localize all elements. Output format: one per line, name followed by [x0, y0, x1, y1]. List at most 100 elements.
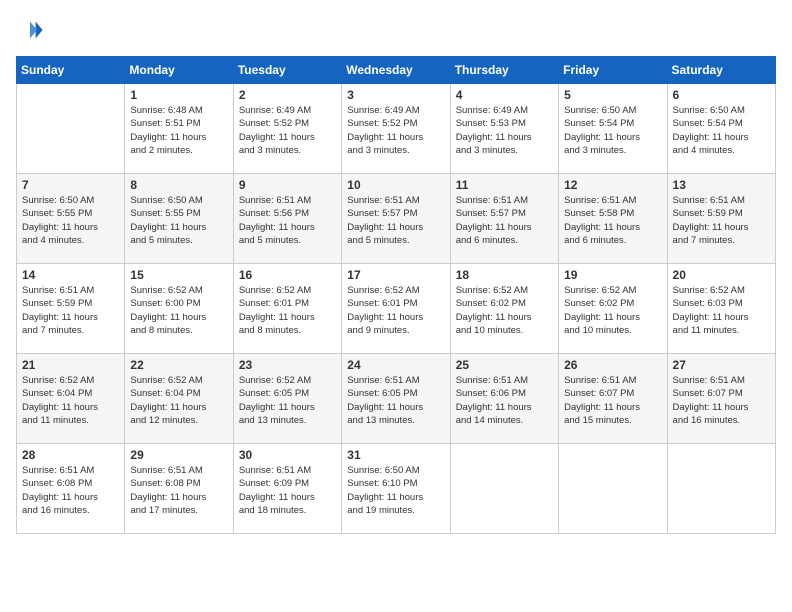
calendar-cell: 18 Sunrise: 6:52 AMSunset: 6:02 PMDayligh…	[450, 264, 558, 354]
calendar-cell: 1 Sunrise: 6:48 AMSunset: 5:51 PMDaylight…	[125, 84, 233, 174]
day-number: 3	[347, 88, 444, 102]
day-info: Sunrise: 6:48 AMSunset: 5:51 PMDaylight:…	[130, 104, 227, 157]
week-row-5: 28 Sunrise: 6:51 AMSunset: 6:08 PMDayligh…	[17, 444, 776, 534]
day-info: Sunrise: 6:52 AMSunset: 6:02 PMDaylight:…	[456, 284, 553, 337]
day-info: Sunrise: 6:52 AMSunset: 6:00 PMDaylight:…	[130, 284, 227, 337]
day-info: Sunrise: 6:50 AMSunset: 5:55 PMDaylight:…	[130, 194, 227, 247]
day-number: 30	[239, 448, 336, 462]
day-number: 10	[347, 178, 444, 192]
calendar-cell: 7 Sunrise: 6:50 AMSunset: 5:55 PMDaylight…	[17, 174, 125, 264]
calendar-cell: 20 Sunrise: 6:52 AMSunset: 6:03 PMDayligh…	[667, 264, 775, 354]
day-info: Sunrise: 6:50 AMSunset: 6:10 PMDaylight:…	[347, 464, 444, 517]
day-number: 29	[130, 448, 227, 462]
day-number: 25	[456, 358, 553, 372]
day-info: Sunrise: 6:51 AMSunset: 6:06 PMDaylight:…	[456, 374, 553, 427]
header-cell-tuesday: Tuesday	[233, 57, 341, 84]
day-number: 14	[22, 268, 119, 282]
calendar-cell	[17, 84, 125, 174]
calendar-cell: 19Sunrise: 6:52 AMSunset: 6:02 PMDayligh…	[559, 264, 667, 354]
day-info: Sunrise: 6:50 AMSunset: 5:54 PMDaylight:…	[564, 104, 661, 157]
calendar-cell: 3 Sunrise: 6:49 AMSunset: 5:52 PMDaylight…	[342, 84, 450, 174]
day-info: Sunrise: 6:51 AMSunset: 5:57 PMDaylight:…	[347, 194, 444, 247]
day-number: 17	[347, 268, 444, 282]
day-number: 12	[564, 178, 661, 192]
calendar-cell: 31 Sunrise: 6:50 AMSunset: 6:10 PMDayligh…	[342, 444, 450, 534]
day-info: Sunrise: 6:52 AMSunset: 6:05 PMDaylight:…	[239, 374, 336, 427]
day-info: Sunrise: 6:49 AMSunset: 5:53 PMDaylight:…	[456, 104, 553, 157]
day-number: 26	[564, 358, 661, 372]
header-cell-friday: Friday	[559, 57, 667, 84]
calendar-cell: 8 Sunrise: 6:50 AMSunset: 5:55 PMDaylight…	[125, 174, 233, 264]
day-info: Sunrise: 6:52 AMSunset: 6:04 PMDaylight:…	[22, 374, 119, 427]
day-info: Sunrise: 6:50 AMSunset: 5:54 PMDaylight:…	[673, 104, 770, 157]
header-cell-saturday: Saturday	[667, 57, 775, 84]
day-number: 16	[239, 268, 336, 282]
page-header	[16, 16, 776, 44]
day-info: Sunrise: 6:52 AMSunset: 6:01 PMDaylight:…	[347, 284, 444, 337]
week-row-1: 1 Sunrise: 6:48 AMSunset: 5:51 PMDaylight…	[17, 84, 776, 174]
day-info: Sunrise: 6:52 AMSunset: 6:03 PMDaylight:…	[673, 284, 770, 337]
day-number: 20	[673, 268, 770, 282]
day-info: Sunrise: 6:52 AMSunset: 6:01 PMDaylight:…	[239, 284, 336, 337]
day-info: Sunrise: 6:51 AMSunset: 6:05 PMDaylight:…	[347, 374, 444, 427]
day-number: 4	[456, 88, 553, 102]
calendar-cell: 6 Sunrise: 6:50 AMSunset: 5:54 PMDaylight…	[667, 84, 775, 174]
calendar-cell: 2 Sunrise: 6:49 AMSunset: 5:52 PMDaylight…	[233, 84, 341, 174]
day-info: Sunrise: 6:51 AMSunset: 5:59 PMDaylight:…	[673, 194, 770, 247]
day-number: 6	[673, 88, 770, 102]
calendar-cell: 14Sunrise: 6:51 AMSunset: 5:59 PMDayligh…	[17, 264, 125, 354]
calendar-cell: 9Sunrise: 6:51 AMSunset: 5:56 PMDaylight…	[233, 174, 341, 264]
calendar-cell	[450, 444, 558, 534]
logo-icon	[16, 16, 44, 44]
calendar-cell: 4 Sunrise: 6:49 AMSunset: 5:53 PMDaylight…	[450, 84, 558, 174]
day-number: 22	[130, 358, 227, 372]
calendar-cell: 5Sunrise: 6:50 AMSunset: 5:54 PMDaylight…	[559, 84, 667, 174]
calendar-cell: 13 Sunrise: 6:51 AMSunset: 5:59 PMDayligh…	[667, 174, 775, 264]
day-number: 1	[130, 88, 227, 102]
calendar-cell: 28Sunrise: 6:51 AMSunset: 6:08 PMDayligh…	[17, 444, 125, 534]
calendar-body: 1 Sunrise: 6:48 AMSunset: 5:51 PMDaylight…	[17, 84, 776, 534]
day-number: 27	[673, 358, 770, 372]
header-cell-sunday: Sunday	[17, 57, 125, 84]
day-number: 24	[347, 358, 444, 372]
header-cell-wednesday: Wednesday	[342, 57, 450, 84]
day-info: Sunrise: 6:51 AMSunset: 6:09 PMDaylight:…	[239, 464, 336, 517]
calendar-cell: 23Sunrise: 6:52 AMSunset: 6:05 PMDayligh…	[233, 354, 341, 444]
calendar-cell: 22Sunrise: 6:52 AMSunset: 6:04 PMDayligh…	[125, 354, 233, 444]
header-cell-thursday: Thursday	[450, 57, 558, 84]
day-info: Sunrise: 6:51 AMSunset: 6:07 PMDaylight:…	[564, 374, 661, 427]
day-number: 31	[347, 448, 444, 462]
calendar-header: SundayMondayTuesdayWednesdayThursdayFrid…	[17, 57, 776, 84]
calendar-cell: 30 Sunrise: 6:51 AMSunset: 6:09 PMDayligh…	[233, 444, 341, 534]
day-number: 2	[239, 88, 336, 102]
day-info: Sunrise: 6:49 AMSunset: 5:52 PMDaylight:…	[239, 104, 336, 157]
calendar-cell: 25 Sunrise: 6:51 AMSunset: 6:06 PMDayligh…	[450, 354, 558, 444]
day-info: Sunrise: 6:50 AMSunset: 5:55 PMDaylight:…	[22, 194, 119, 247]
calendar-cell: 16 Sunrise: 6:52 AMSunset: 6:01 PMDayligh…	[233, 264, 341, 354]
day-info: Sunrise: 6:51 AMSunset: 6:08 PMDaylight:…	[130, 464, 227, 517]
day-number: 7	[22, 178, 119, 192]
calendar-cell: 17 Sunrise: 6:52 AMSunset: 6:01 PMDayligh…	[342, 264, 450, 354]
calendar-cell: 26 Sunrise: 6:51 AMSunset: 6:07 PMDayligh…	[559, 354, 667, 444]
calendar-cell: 11 Sunrise: 6:51 AMSunset: 5:57 PMDayligh…	[450, 174, 558, 264]
day-number: 8	[130, 178, 227, 192]
day-number: 11	[456, 178, 553, 192]
day-info: Sunrise: 6:51 AMSunset: 6:07 PMDaylight:…	[673, 374, 770, 427]
calendar-cell: 12Sunrise: 6:51 AMSunset: 5:58 PMDayligh…	[559, 174, 667, 264]
calendar-cell	[667, 444, 775, 534]
day-number: 13	[673, 178, 770, 192]
day-info: Sunrise: 6:51 AMSunset: 5:57 PMDaylight:…	[456, 194, 553, 247]
day-info: Sunrise: 6:49 AMSunset: 5:52 PMDaylight:…	[347, 104, 444, 157]
header-row: SundayMondayTuesdayWednesdayThursdayFrid…	[17, 57, 776, 84]
day-number: 21	[22, 358, 119, 372]
day-number: 28	[22, 448, 119, 462]
week-row-3: 14Sunrise: 6:51 AMSunset: 5:59 PMDayligh…	[17, 264, 776, 354]
calendar-cell: 24 Sunrise: 6:51 AMSunset: 6:05 PMDayligh…	[342, 354, 450, 444]
day-number: 18	[456, 268, 553, 282]
logo	[16, 16, 46, 44]
calendar-cell: 29 Sunrise: 6:51 AMSunset: 6:08 PMDayligh…	[125, 444, 233, 534]
calendar-cell: 21 Sunrise: 6:52 AMSunset: 6:04 PMDayligh…	[17, 354, 125, 444]
calendar-cell: 15Sunrise: 6:52 AMSunset: 6:00 PMDayligh…	[125, 264, 233, 354]
day-info: Sunrise: 6:51 AMSunset: 5:56 PMDaylight:…	[239, 194, 336, 247]
header-cell-monday: Monday	[125, 57, 233, 84]
